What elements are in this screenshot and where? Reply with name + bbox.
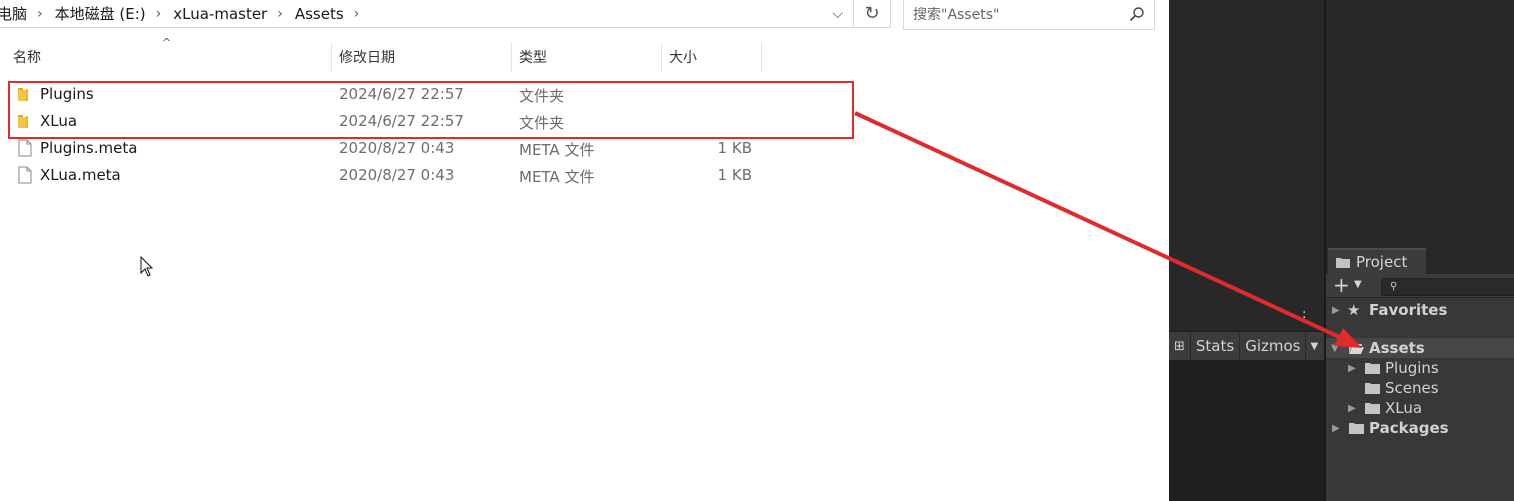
tab-label: Project bbox=[1356, 253, 1408, 271]
search-input[interactable] bbox=[913, 6, 1123, 23]
file-type: META 文件 bbox=[519, 141, 595, 159]
tree-item-packages[interactable]: ▶ Packages bbox=[1326, 418, 1514, 438]
address-history-chevron-down-icon[interactable]: ⌵ bbox=[832, 6, 843, 22]
stats-button[interactable]: Stats bbox=[1191, 331, 1241, 361]
file-row[interactable]: Plugins.meta 2020/8/27 0:43 META 文件 1 KB bbox=[0, 135, 860, 162]
gizmos-dropdown-button[interactable]: ▼ bbox=[1306, 331, 1322, 361]
breadcrumb-chevron-icon[interactable]: › bbox=[29, 6, 53, 22]
column-divider[interactable] bbox=[761, 42, 762, 72]
tree-item-scenes[interactable]: Scenes bbox=[1326, 378, 1514, 398]
game-view-panel bbox=[1169, 361, 1324, 501]
tree-item-label: Plugins bbox=[1385, 359, 1439, 377]
refresh-icon: ↻ bbox=[864, 3, 880, 24]
caret-down-icon[interactable]: ▼ bbox=[1354, 279, 1362, 290]
column-header-label: 修改日期 bbox=[339, 50, 395, 66]
file-modified: 2020/8/27 0:43 bbox=[339, 166, 455, 184]
grid-toggle-button[interactable]: ⊞ bbox=[1169, 331, 1191, 361]
unity-editor: · · · ⊞ Stats Gizmos ▼ Project + ▼ ⚲ ▶ ★… bbox=[1169, 0, 1514, 501]
folder-icon bbox=[1349, 423, 1364, 434]
search-icon[interactable] bbox=[1129, 6, 1145, 22]
column-header-name[interactable]: 名称 bbox=[5, 42, 331, 72]
tree-item-assets[interactable]: ▼ Assets bbox=[1326, 338, 1514, 358]
file-size: 1 KB bbox=[717, 139, 752, 157]
tree-item-plugins[interactable]: ▶ Plugins bbox=[1326, 358, 1514, 378]
expand-triangle-icon[interactable]: ▶ bbox=[1332, 423, 1340, 434]
file-name: Plugins.meta bbox=[40, 139, 138, 157]
project-window: Project + ▼ ⚲ ▶ ★ Favorites ▼ Assets ▶ P… bbox=[1326, 248, 1514, 501]
file-row[interactable]: XLua.meta 2020/8/27 0:43 META 文件 1 KB bbox=[0, 162, 860, 189]
tree-item-favorites[interactable]: ▶ ★ Favorites bbox=[1326, 300, 1514, 320]
caret-down-icon: ▼ bbox=[1310, 340, 1319, 352]
tree-item-label: Assets bbox=[1369, 339, 1425, 357]
project-search-input[interactable]: ⚲ bbox=[1381, 278, 1514, 296]
tree-item-label: Scenes bbox=[1385, 379, 1439, 397]
gizmos-label: Gizmos bbox=[1245, 337, 1301, 355]
column-header-label: 大小 bbox=[669, 50, 697, 66]
breadcrumb-item[interactable]: 电脑 › bbox=[0, 0, 53, 28]
column-header-type[interactable]: 类型 bbox=[511, 42, 661, 72]
open-folder-icon bbox=[1349, 343, 1364, 354]
game-view-toolbar: ⊞ Stats Gizmos ▼ bbox=[1169, 331, 1324, 361]
folder-icon bbox=[1365, 383, 1380, 394]
file-icon bbox=[18, 139, 32, 157]
column-header-label: 类型 bbox=[519, 50, 547, 66]
column-header-size[interactable]: 大小 bbox=[661, 42, 761, 72]
scene-view-panel bbox=[1169, 0, 1324, 305]
folder-icon bbox=[1365, 403, 1380, 414]
grid-icon: ⊞ bbox=[1174, 338, 1185, 354]
folder-icon bbox=[1365, 363, 1380, 374]
breadcrumb-chevron-icon[interactable]: › bbox=[148, 6, 172, 22]
stats-label: Stats bbox=[1195, 337, 1235, 355]
gizmos-button[interactable]: Gizmos bbox=[1240, 331, 1307, 361]
breadcrumb-label: Assets bbox=[294, 4, 344, 23]
file-explorer-window: 电脑 › 本地磁盘 (E:) › xLua-master › Assets › … bbox=[0, 0, 1169, 501]
star-icon: ★ bbox=[1347, 301, 1361, 319]
search-box[interactable] bbox=[903, 0, 1155, 30]
column-header-modified[interactable]: 修改日期 bbox=[331, 42, 511, 72]
collapse-triangle-icon[interactable]: ▼ bbox=[1331, 343, 1339, 354]
breadcrumb-chevron-icon[interactable]: › bbox=[346, 6, 370, 22]
breadcrumb-label: 电脑 bbox=[0, 5, 28, 23]
file-modified: 2020/8/27 0:43 bbox=[339, 139, 455, 157]
file-size: 1 KB bbox=[717, 166, 752, 184]
file-name: XLua.meta bbox=[40, 166, 121, 184]
tree-item-label: XLua bbox=[1385, 399, 1423, 417]
address-bar[interactable]: 电脑 › 本地磁盘 (E:) › xLua-master › Assets › … bbox=[0, 0, 854, 28]
file-type: META 文件 bbox=[519, 168, 595, 186]
project-toolbar: + ▼ ⚲ bbox=[1326, 274, 1514, 298]
mouse-cursor-icon bbox=[140, 256, 154, 277]
expand-triangle-icon[interactable]: ▶ bbox=[1348, 363, 1356, 374]
tab-project[interactable]: Project bbox=[1328, 248, 1426, 274]
breadcrumb-chevron-icon[interactable]: › bbox=[269, 6, 293, 22]
refresh-button[interactable]: ↻ bbox=[853, 0, 891, 28]
breadcrumb-item[interactable]: 本地磁盘 (E:) › bbox=[53, 0, 172, 28]
breadcrumb-label: 本地磁盘 (E:) bbox=[54, 5, 146, 23]
more-options-icon[interactable]: · · · bbox=[1302, 306, 1306, 330]
search-icon: ⚲ bbox=[1390, 281, 1398, 292]
add-icon[interactable]: + bbox=[1333, 275, 1350, 295]
breadcrumb-item[interactable]: Assets › bbox=[293, 0, 369, 28]
breadcrumb-label: xLua-master bbox=[173, 4, 268, 23]
breadcrumb-item[interactable]: xLua-master › bbox=[171, 0, 293, 28]
folder-icon bbox=[1336, 257, 1350, 268]
file-icon bbox=[18, 166, 32, 184]
expand-triangle-icon[interactable]: ▶ bbox=[1332, 305, 1340, 316]
column-header-label: 名称 bbox=[13, 50, 41, 66]
expand-triangle-icon[interactable]: ▶ bbox=[1348, 403, 1356, 414]
tree-item-xlua[interactable]: ▶ XLua bbox=[1326, 398, 1514, 418]
highlight-box bbox=[8, 81, 854, 139]
tree-item-label: Favorites bbox=[1369, 301, 1448, 319]
tree-item-label: Packages bbox=[1369, 419, 1449, 437]
